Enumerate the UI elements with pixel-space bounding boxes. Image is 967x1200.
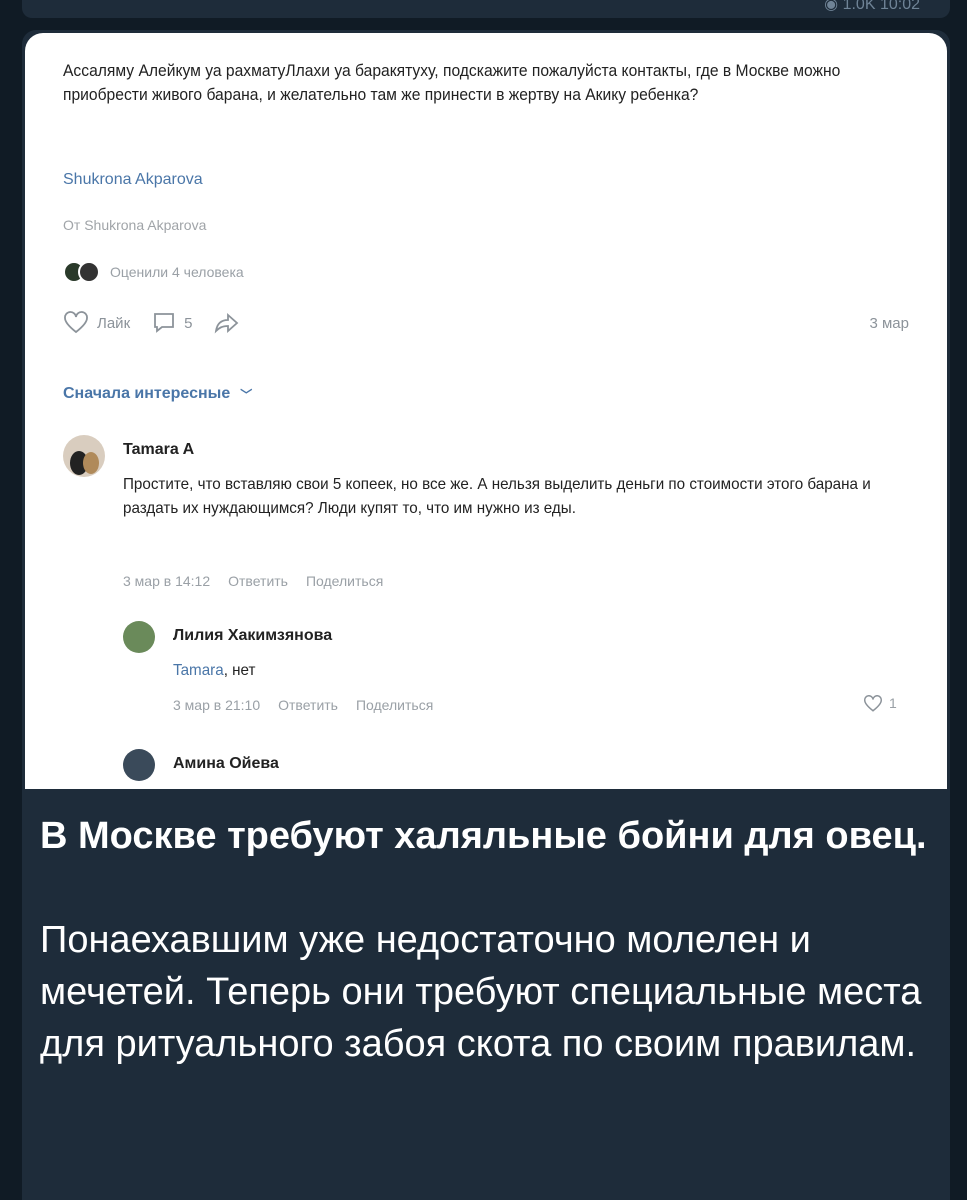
post-date: 3 мар <box>869 314 909 332</box>
comment-meta: 3 мар в 21:10 Ответить Поделиться <box>173 697 433 713</box>
eye-icon: ◉ <box>824 0 839 13</box>
sort-dropdown[interactable]: Сначала интересные ﹀ <box>63 385 252 403</box>
chevron-down-icon: ﹀ <box>240 387 253 402</box>
caption-body: Понаехавшим уже недостаточно молелен и м… <box>40 919 922 1065</box>
avatar[interactable] <box>123 749 155 781</box>
share-comment-button[interactable]: Поделиться <box>306 573 383 589</box>
rater-avatars <box>63 261 100 283</box>
author-link[interactable]: Shukrona Akparova <box>63 171 203 189</box>
message-meta: ◉ 1.0K 10:02 <box>824 0 920 14</box>
message-caption: В Москве требуют халяльные бойни для ове… <box>40 810 940 1070</box>
like-button[interactable]: Лайк <box>63 311 130 335</box>
comment-like-count: 1 <box>889 695 897 711</box>
share-button[interactable] <box>214 311 240 335</box>
from-line: От Shukrona Akparova <box>63 217 207 233</box>
comment-like-button[interactable]: 1 <box>863 695 897 713</box>
comment-date: 3 мар в 21:10 <box>173 697 261 713</box>
comment-author[interactable]: Амина Ойева <box>173 755 279 773</box>
embedded-screenshot[interactable]: Ассаляму Алейкум уа рахматуЛлахи уа бара… <box>25 33 947 789</box>
reply-button[interactable]: Ответить <box>228 573 288 589</box>
reply-to-link[interactable]: Tamara <box>173 662 224 679</box>
cat-icon <box>70 451 99 475</box>
heart-icon <box>864 695 882 712</box>
comment-meta: 3 мар в 14:12 Ответить Поделиться <box>123 573 383 589</box>
reply-button[interactable]: Ответить <box>278 697 338 713</box>
caption-title: В Москве требуют халяльные бойни для ове… <box>40 815 927 857</box>
heart-icon <box>64 311 88 334</box>
share-comment-button[interactable]: Поделиться <box>356 697 433 713</box>
avatar <box>78 261 100 283</box>
comment-author[interactable]: Лилия Хакимзянова <box>173 627 332 645</box>
comment-icon <box>154 313 175 333</box>
avatar[interactable] <box>63 435 105 477</box>
comment-date: 3 мар в 14:12 <box>123 573 211 589</box>
sort-label: Сначала интересные <box>63 385 231 402</box>
rated-row[interactable]: Оценили 4 человека <box>63 261 244 283</box>
comment-text: Простите, что вставляю свои 5 копеек, но… <box>123 476 871 517</box>
rated-count: Оценили 4 человека <box>110 264 244 280</box>
question-text: Ассаляму Алейкум уа рахматуЛлахи уа бара… <box>63 61 841 104</box>
comment-author[interactable]: Tamara A <box>123 441 194 459</box>
like-label: Лайк <box>97 314 131 332</box>
previous-message-bubble: ◉ 1.0K 10:02 <box>22 0 950 18</box>
avatar[interactable] <box>123 621 155 653</box>
comments-count: 5 <box>184 314 193 332</box>
share-icon <box>215 312 239 334</box>
post-actions: Лайк 5 3 мар <box>63 311 909 335</box>
comment-text: Tamara, нет <box>173 662 256 679</box>
comments-button[interactable]: 5 <box>152 311 192 335</box>
